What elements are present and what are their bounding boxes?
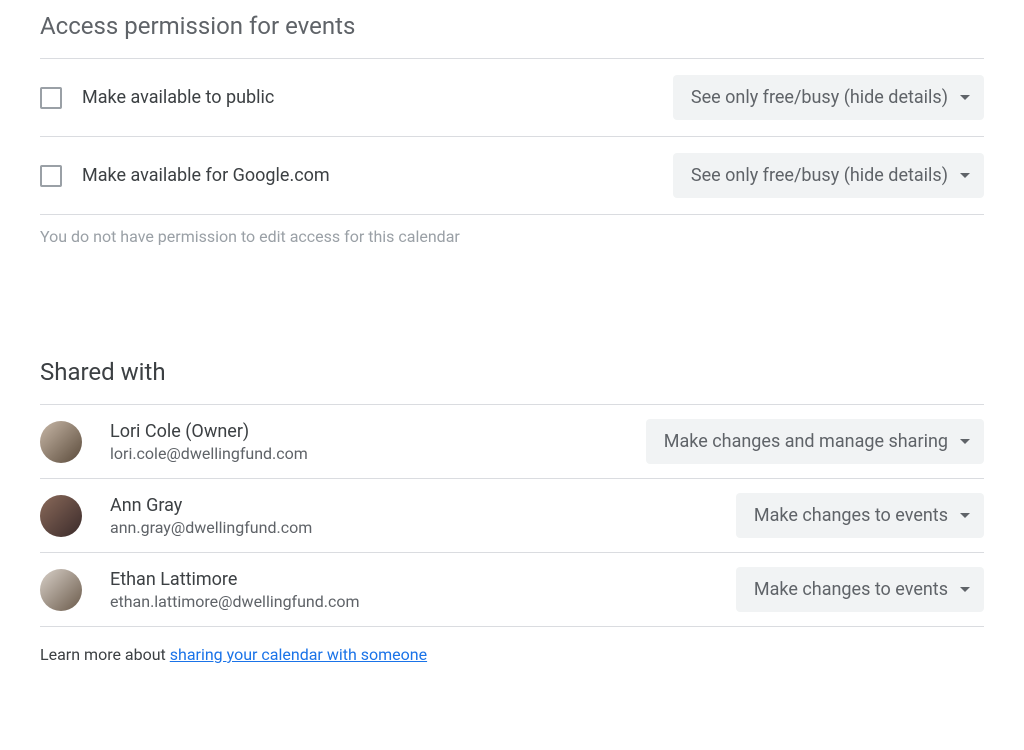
dropdown-public-visibility[interactable]: See only free/busy (hide details) <box>673 75 984 120</box>
chevron-down-icon <box>960 513 970 518</box>
chevron-down-icon <box>960 439 970 444</box>
access-row-public: Make available to public See only free/b… <box>40 59 984 136</box>
shared-person-email: ethan.lattimore@dwellingfund.com <box>110 592 360 611</box>
avatar <box>40 569 82 611</box>
shared-person-info: Ethan Lattimore ethan.lattimore@dwelling… <box>110 569 360 611</box>
learn-more-link[interactable]: sharing your calendar with someone <box>170 645 427 664</box>
dropdown-permission[interactable]: Make changes and manage sharing <box>646 419 984 464</box>
shared-person-left: Ethan Lattimore ethan.lattimore@dwelling… <box>40 569 360 611</box>
dropdown-label: Make changes to events <box>754 579 948 600</box>
access-row-left: Make available to public <box>40 87 274 109</box>
shared-person-row: Ethan Lattimore ethan.lattimore@dwelling… <box>40 553 984 626</box>
dropdown-label: Make changes and manage sharing <box>664 431 948 452</box>
shared-person-email: lori.cole@dwellingfund.com <box>110 444 308 463</box>
chevron-down-icon <box>960 173 970 178</box>
shared-section-title: Shared with <box>40 346 984 404</box>
avatar <box>40 421 82 463</box>
dropdown-label: Make changes to events <box>754 505 948 526</box>
checkbox-public[interactable] <box>40 87 62 109</box>
dropdown-label: See only free/busy (hide details) <box>691 165 948 186</box>
shared-with-section: Shared with Lori Cole (Owner) lori.cole@… <box>0 346 1024 684</box>
chevron-down-icon <box>960 95 970 100</box>
dropdown-permission[interactable]: Make changes to events <box>736 493 984 538</box>
shared-person-left: Lori Cole (Owner) lori.cole@dwellingfund… <box>40 421 308 463</box>
access-section-title: Access permission for events <box>40 0 984 58</box>
shared-person-info: Lori Cole (Owner) lori.cole@dwellingfund… <box>110 421 308 463</box>
shared-person-name: Ann Gray <box>110 495 312 516</box>
access-row-left: Make available for Google.com <box>40 165 330 187</box>
learn-more-prefix: Learn more about <box>40 645 170 664</box>
shared-person-email: ann.gray@dwellingfund.com <box>110 518 312 537</box>
shared-person-row: Ann Gray ann.gray@dwellingfund.com Make … <box>40 479 984 552</box>
access-row-label: Make available for Google.com <box>82 165 330 186</box>
access-row-label: Make available to public <box>82 87 274 108</box>
shared-person-info: Ann Gray ann.gray@dwellingfund.com <box>110 495 312 537</box>
access-row-google: Make available for Google.com See only f… <box>40 137 984 214</box>
dropdown-permission[interactable]: Make changes to events <box>736 567 984 612</box>
shared-person-name: Ethan Lattimore <box>110 569 360 590</box>
learn-more-text: Learn more about sharing your calendar w… <box>40 627 984 684</box>
shared-person-left: Ann Gray ann.gray@dwellingfund.com <box>40 495 312 537</box>
access-permission-note: You do not have permission to edit acces… <box>40 215 984 286</box>
avatar <box>40 495 82 537</box>
access-permission-section: Access permission for events Make availa… <box>0 0 1024 286</box>
chevron-down-icon <box>960 587 970 592</box>
shared-person-row: Lori Cole (Owner) lori.cole@dwellingfund… <box>40 405 984 478</box>
section-spacer <box>0 286 1024 346</box>
shared-person-name: Lori Cole (Owner) <box>110 421 308 442</box>
checkbox-google[interactable] <box>40 165 62 187</box>
dropdown-google-visibility[interactable]: See only free/busy (hide details) <box>673 153 984 198</box>
dropdown-label: See only free/busy (hide details) <box>691 87 948 108</box>
